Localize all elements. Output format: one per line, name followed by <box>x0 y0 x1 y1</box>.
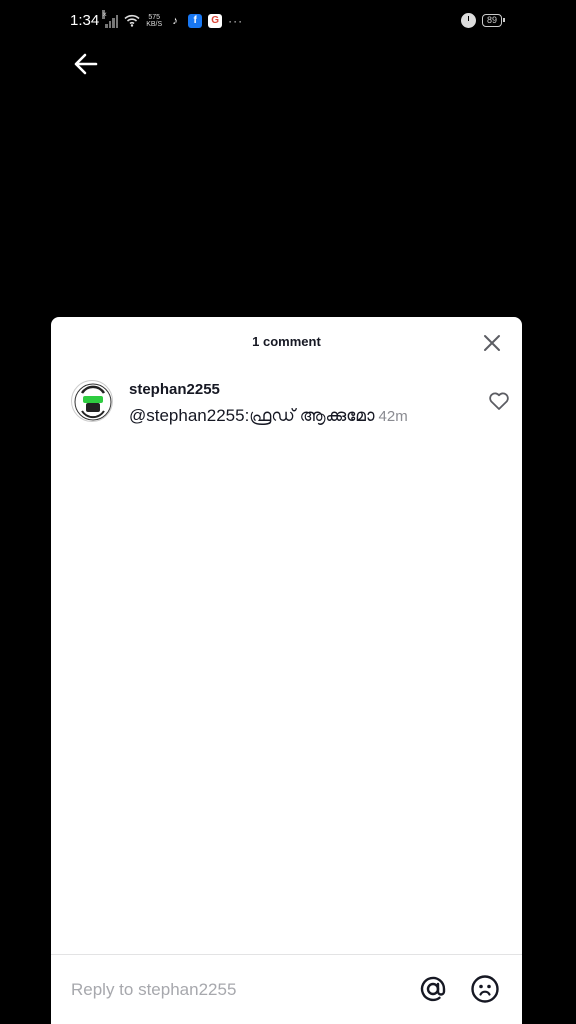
reply-input[interactable] <box>71 977 371 1003</box>
network-speed-unit: KB/S <box>146 20 163 28</box>
close-icon <box>484 335 500 351</box>
reply-bar <box>51 954 522 1024</box>
mention-button[interactable] <box>417 973 449 1005</box>
facebook-icon: f <box>188 13 203 28</box>
more-notifications-icon: ··· <box>228 13 244 28</box>
cellular-signal-icon: × <box>102 9 119 28</box>
avatar-logo-icon <box>74 383 112 421</box>
status-left: 1:34 × 575 KB/S ♪ f G ··· <box>70 9 244 29</box>
heart-outline-icon <box>489 392 509 410</box>
at-sign-icon <box>420 976 446 1002</box>
network-speed-value: 575 <box>148 13 161 21</box>
google-icon: G <box>208 13 223 28</box>
battery-level: 89 <box>486 15 497 25</box>
comment-time: 42m <box>378 408 408 425</box>
arrow-left-icon <box>74 53 98 75</box>
alarm-icon <box>460 13 476 28</box>
close-button[interactable] <box>480 331 504 355</box>
tiktok-icon: ♪ <box>168 13 183 28</box>
status-right: 89 <box>460 13 506 28</box>
status-bar: 1:34 × 575 KB/S ♪ f G ··· 89 <box>0 0 576 44</box>
network-speed: 575 KB/S <box>146 14 162 28</box>
comments-sheet: 1 comment stephan2255 @stephan2255:ഫ്രഡ്… <box>51 317 522 1024</box>
comment-body: @stephan2255:ഫ്രഡ് ആക്കുമോ 42m <box>129 406 408 426</box>
comment-username[interactable]: stephan2255 <box>129 381 220 398</box>
status-time: 1:34 <box>70 12 100 29</box>
comments-count-title: 1 comment <box>252 334 321 349</box>
comment-text: @stephan2255:ഫ്രഡ് ആക്കുമോ <box>129 406 375 425</box>
emoji-button[interactable] <box>469 973 501 1005</box>
comment-item[interactable]: stephan2255 @stephan2255:ഫ്രഡ് ആക്കുമോ 42… <box>71 379 511 439</box>
like-button[interactable] <box>487 389 511 413</box>
back-button[interactable] <box>70 48 102 80</box>
wifi-icon <box>124 14 140 27</box>
battery-icon: 89 <box>481 14 506 27</box>
avatar[interactable] <box>71 380 113 422</box>
emoji-icon <box>471 975 499 1003</box>
